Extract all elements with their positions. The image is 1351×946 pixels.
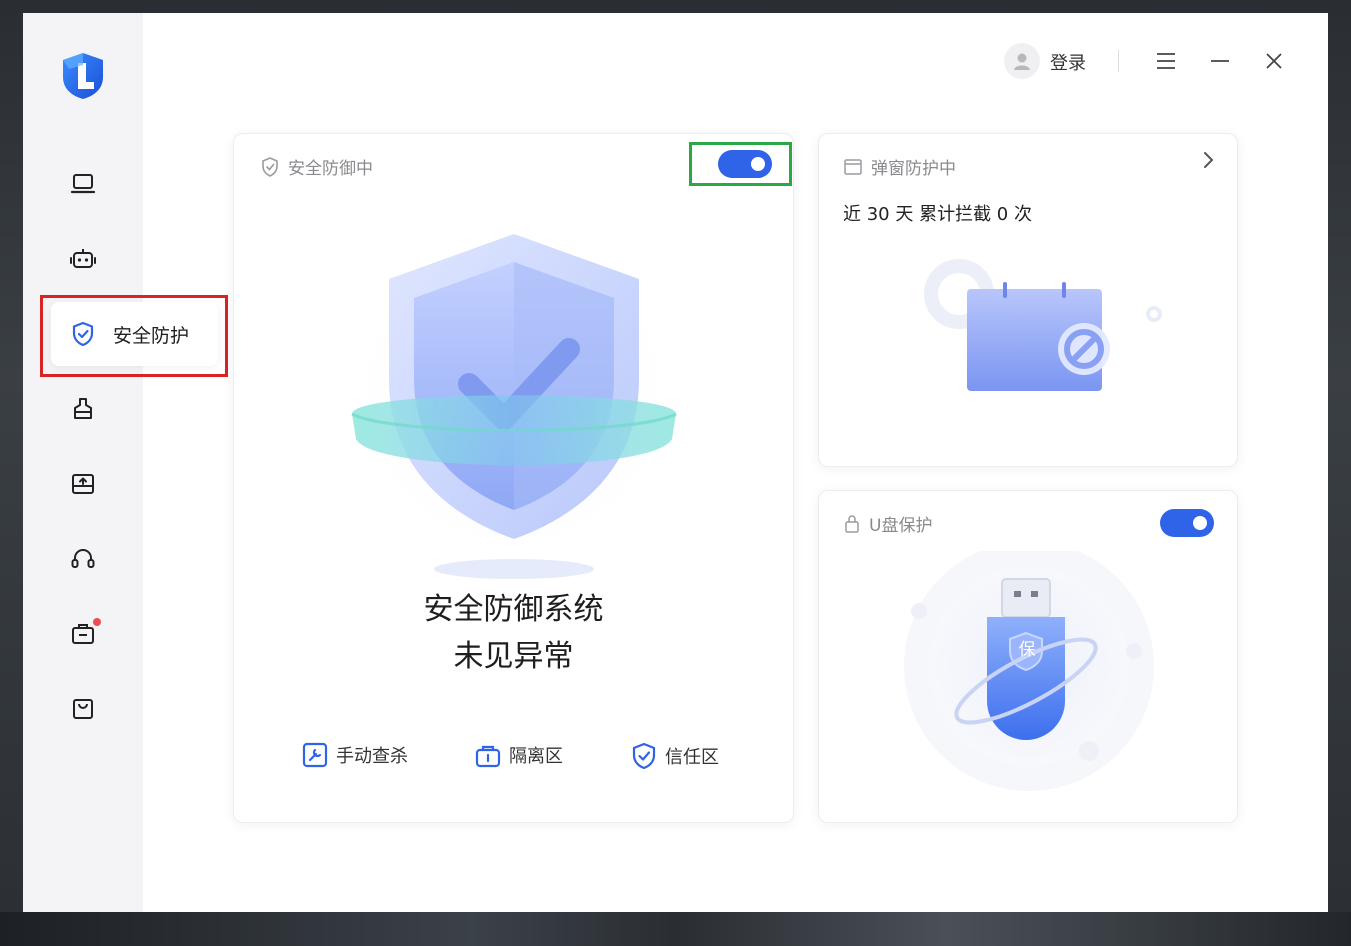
- popup-card-title-text: 弹窗防护中: [871, 159, 956, 179]
- manual-scan-label: 手动查杀: [336, 746, 408, 767]
- sidebar-item-label: 安全防护: [113, 324, 190, 347]
- avatar[interactable]: [1004, 43, 1040, 79]
- shield-check-icon: [72, 321, 94, 347]
- desktop-background: [0, 912, 1351, 946]
- app-window: 安全防护 登录 安全防御中 安全防御系统 未见异常 手动查杀 隔离区 信任区 弹…: [23, 13, 1328, 912]
- sidebar-item-support[interactable]: [53, 537, 113, 581]
- trust-zone-button[interactable]: 信任区: [631, 742, 719, 770]
- login-link[interactable]: 登录: [1050, 49, 1086, 75]
- store-bag-icon: [73, 699, 93, 719]
- sidebar-item-toolbox[interactable]: [53, 612, 113, 656]
- header-divider: [1118, 50, 1119, 72]
- upload-box-icon: [72, 474, 94, 494]
- robot-icon: [70, 249, 96, 268]
- headset-icon: [71, 549, 95, 568]
- toggle-knob: [751, 157, 765, 171]
- usb-card-title-text: U盘保护: [869, 516, 933, 536]
- shield-illustration: [339, 219, 689, 579]
- sidebar-item-store[interactable]: [53, 687, 113, 731]
- popup-card-arrow[interactable]: [1201, 150, 1215, 174]
- popup-card-title: 弹窗防护中: [843, 154, 956, 179]
- calendar-block-illustration: [924, 259, 1162, 391]
- defense-toggle[interactable]: [718, 150, 772, 178]
- window-icon: [844, 158, 862, 175]
- quarantine-button[interactable]: 隔离区: [475, 742, 563, 768]
- defense-card-title: 安全防御中: [260, 154, 373, 179]
- menu-button[interactable]: [1152, 47, 1180, 75]
- cleanup-icon: [74, 398, 92, 419]
- close-icon: [1266, 53, 1282, 69]
- usb-card-title: U盘保护: [843, 511, 932, 536]
- manual-scan-button[interactable]: 手动查杀: [302, 742, 408, 768]
- trust-shield-icon: [632, 742, 656, 770]
- defense-card-title-text: 安全防御中: [288, 159, 373, 179]
- usb-toggle[interactable]: [1160, 509, 1214, 537]
- wrench-icon: [302, 742, 328, 768]
- status-line-1: 安全防御系统: [423, 592, 604, 627]
- app-logo: [59, 51, 107, 101]
- quarantine-label: 隔离区: [509, 746, 563, 767]
- sidebar: 安全防护: [23, 13, 228, 912]
- usb-protection-card: U盘保护 保: [818, 490, 1238, 823]
- close-button[interactable]: [1260, 47, 1288, 75]
- sidebar-item-assistant[interactable]: [53, 237, 113, 281]
- status-line-2: 未见异常: [453, 639, 574, 674]
- lock-icon: [845, 514, 859, 533]
- sidebar-item-security[interactable]: 安全防护: [51, 302, 218, 366]
- quarantine-icon: [475, 745, 501, 768]
- usb-illustration: [904, 551, 1154, 791]
- laptop-icon: [70, 174, 96, 194]
- notification-badge: [93, 618, 101, 626]
- popup-protection-card[interactable]: 弹窗防护中 近 30 天 累计拦截 0 次: [818, 133, 1238, 467]
- sidebar-item-cleanup[interactable]: [53, 387, 113, 431]
- popup-block-stats: 近 30 天 累计拦截 0 次: [843, 204, 1032, 225]
- usb-badge-text: 保: [1018, 640, 1036, 660]
- sidebar-item-computer[interactable]: [53, 162, 113, 206]
- defense-card: 安全防御中 安全防御系统 未见异常 手动查杀 隔离区 信任区: [233, 133, 794, 823]
- shield-outline-icon: [262, 156, 278, 177]
- hamburger-icon: [1157, 53, 1175, 69]
- trust-zone-label: 信任区: [665, 747, 719, 768]
- minimize-icon: [1211, 60, 1229, 62]
- user-icon: [1014, 53, 1030, 70]
- sidebar-item-backup[interactable]: [53, 462, 113, 506]
- toggle-knob: [1193, 516, 1207, 530]
- minimize-button[interactable]: [1206, 47, 1234, 75]
- chevron-right-icon: [1204, 152, 1214, 168]
